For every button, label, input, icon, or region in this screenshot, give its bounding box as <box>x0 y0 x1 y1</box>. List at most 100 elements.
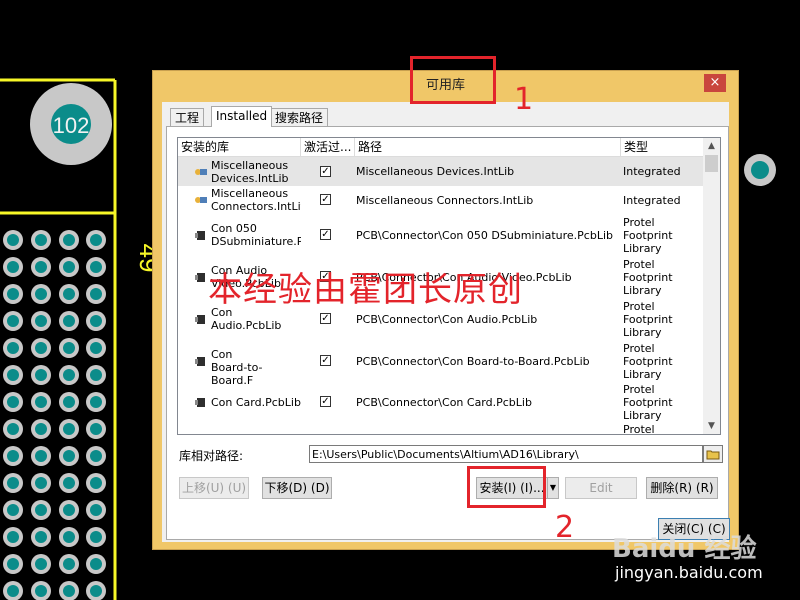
pcb-pad-hole <box>63 477 75 489</box>
pcb-pad-hole <box>90 477 102 489</box>
pcb-pad-hole <box>35 477 47 489</box>
library-path: PCB\Connector\Con Card.PcbLib <box>356 395 532 409</box>
remove-button[interactable]: 删除(R) (R) <box>646 477 718 499</box>
pcb-pad-hole <box>7 315 19 327</box>
pcb-pad-hole <box>35 396 47 408</box>
pcb-pad-hole <box>90 558 102 570</box>
pcb-pad-hole <box>90 585 102 597</box>
scroll-up-icon[interactable]: ▲ <box>703 138 720 154</box>
pcb-pad-hole <box>63 288 75 300</box>
library-row[interactable]: Miscellaneous Connectors.IntLit ✓ Miscella… <box>178 186 703 214</box>
col-type[interactable]: 类型 <box>621 138 703 156</box>
pcb-pad-hole <box>63 585 75 597</box>
footprint-library-icon <box>195 273 205 282</box>
library-path: PCB\Connector\Con Board-to-Board.PcbLib <box>356 354 590 368</box>
baidu-jingyan-logo: Baidu 经验 <box>612 534 757 564</box>
pcb-pad-hole <box>7 369 19 381</box>
pcb-pad-hole <box>7 477 19 489</box>
library-type: Protel <box>623 422 655 435</box>
pcb-pad-hole <box>90 450 102 462</box>
library-path: Miscellaneous Devices.IntLib <box>356 165 515 178</box>
pcb-pad-hole <box>63 423 75 435</box>
tab-search-path[interactable]: 搜索路径 <box>270 108 329 126</box>
edit-button[interactable]: Edit <box>565 477 637 499</box>
pcb-pad-hole <box>90 234 102 246</box>
library-row[interactable]: Con Card.PcbLib ✓ PCB\Connector\Con Card.P… <box>178 382 703 422</box>
library-name: Con 050 DSubminiature.P <box>211 222 301 248</box>
pcb-pad-hole <box>63 315 75 327</box>
install-dropdown-icon[interactable]: ▼ <box>547 477 559 499</box>
pcb-pad-hole <box>90 504 102 516</box>
library-type: Integrated <box>623 165 681 178</box>
library-row[interactable]: Con 050 DSubminiature.P ✓ PCB\Connector\Co… <box>178 214 703 256</box>
pcb-pad-hole <box>35 288 47 300</box>
library-row[interactable]: Con Board-to-Board.F ✓ PCB\Connector\Con B… <box>178 340 703 387</box>
pcb-pad-hole <box>7 450 19 462</box>
pcb-pad-hole <box>7 558 19 570</box>
annotation-box-2 <box>467 466 546 508</box>
col-library[interactable]: 安装的库 <box>178 138 301 156</box>
pcb-pad-hole <box>35 261 47 273</box>
pcb-pad-hole <box>63 261 75 273</box>
library-type: Protel Footprint Library <box>623 257 673 297</box>
pcb-pad-hole <box>7 234 19 246</box>
list-header: 安装的库 激活过... 路径 类型 <box>178 138 703 157</box>
pcb-pad-hole <box>35 234 47 246</box>
close-icon[interactable]: × <box>704 74 726 92</box>
library-type: Protel Footprint Library <box>623 382 673 422</box>
active-checkbox[interactable]: ✓ <box>320 194 331 205</box>
pcb-pad-hole <box>63 369 75 381</box>
pcb-pad-hole <box>35 315 47 327</box>
pcb-pad-hole <box>7 423 19 435</box>
author-watermark: 本经验由霍团长原创 <box>208 270 523 310</box>
pcb-pad-hole <box>7 342 19 354</box>
library-row[interactable]: Protel <box>178 422 703 435</box>
pcb-pad-hole <box>90 315 102 327</box>
active-checkbox[interactable]: ✓ <box>320 313 331 324</box>
library-name: Miscellaneous Devices.IntLib <box>211 158 289 185</box>
footprint-library-icon <box>195 398 205 407</box>
col-path[interactable]: 路径 <box>355 138 621 156</box>
library-path: PCB\Connector\Con 050 DSubminiature.PcbL… <box>356 228 613 242</box>
pcb-pad-hole <box>90 288 102 300</box>
dialog-client: 工程 Installed 搜索路径 安装的库 激活过... 路径 类型 Misc… <box>162 102 730 542</box>
active-checkbox[interactable]: ✓ <box>320 355 331 366</box>
tab-project[interactable]: 工程 <box>170 108 205 126</box>
footprint-library-icon <box>195 231 205 240</box>
library-type: Integrated <box>623 193 681 207</box>
active-checkbox[interactable]: ✓ <box>320 229 331 240</box>
tab-installed[interactable]: Installed <box>211 106 273 127</box>
pcb-pad-hole <box>35 369 47 381</box>
path-label: 库相对路径: <box>179 449 244 463</box>
integrated-library-icon <box>195 197 207 203</box>
col-active[interactable]: 激活过... <box>301 138 355 156</box>
scroll-down-icon[interactable]: ▼ <box>703 418 720 434</box>
integrated-library-icon <box>195 168 207 175</box>
library-row[interactable]: Miscellaneous Devices.IntLib ✓ Miscellaneo… <box>178 157 703 186</box>
installed-panel: 安装的库 激活过... 路径 类型 Miscellaneous Devices.… <box>166 126 730 540</box>
pcb-pad-hole <box>7 288 19 300</box>
list-scrollbar[interactable]: ▲ ▼ <box>703 138 720 434</box>
active-checkbox[interactable]: ✓ <box>320 396 331 407</box>
pcb-pad-hole <box>90 342 102 354</box>
browse-folder-button[interactable] <box>703 445 723 463</box>
library-path-field[interactable]: E:\Users\Public\Documents\Altium\AD16\Li… <box>309 445 703 463</box>
pcb-pad-hole <box>63 342 75 354</box>
pcb-pad-hole <box>7 531 19 543</box>
baidu-jingyan-url: jingyan.baidu.com <box>615 563 763 582</box>
pcb-pad-hole <box>35 531 47 543</box>
scroll-thumb[interactable] <box>705 155 718 172</box>
move-up-button[interactable]: 上移(U) (U) <box>179 477 249 499</box>
active-checkbox[interactable]: ✓ <box>320 165 331 177</box>
pcb-pad-hole <box>35 450 47 462</box>
pcb-pad-hole <box>63 396 75 408</box>
pcb-pad-hole <box>63 531 75 543</box>
library-type: Protel Footprint Library <box>623 215 673 255</box>
pcb-pad-hole <box>90 423 102 435</box>
move-down-button[interactable]: 下移(D) (D) <box>262 477 332 499</box>
annotation-number-1: 1 <box>514 82 534 117</box>
pcb-pad-hole <box>90 531 102 543</box>
folder-icon <box>706 450 720 460</box>
pcb-pad-hole <box>35 585 47 597</box>
pcb-pad-hole <box>35 558 47 570</box>
